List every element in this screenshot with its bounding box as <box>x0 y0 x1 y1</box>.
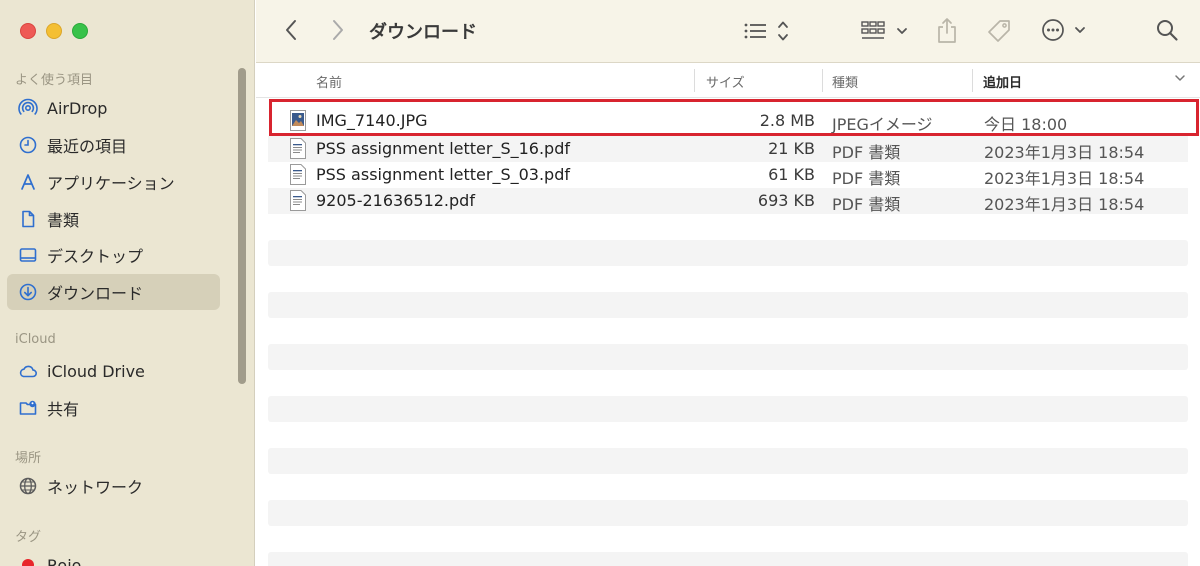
sidebar-item-recents[interactable]: 最近の項目 <box>7 127 220 163</box>
sidebar-item-label: iCloud Drive <box>47 361 145 381</box>
column-divider[interactable] <box>694 69 695 92</box>
file-name: PSS assignment letter_S_03.pdf <box>316 165 570 184</box>
sidebar-item-label: 書類 <box>47 211 80 230</box>
file-kind: PDF 書類 <box>832 195 901 214</box>
sidebar-item-applications[interactable]: アプリケーション <box>7 164 220 200</box>
view-options-button[interactable] <box>742 18 794 44</box>
empty-row-stripe <box>268 292 1188 318</box>
tag-dot-icon <box>18 555 38 566</box>
sidebar-item-documents[interactable]: 書類 <box>7 201 220 237</box>
applications-icon <box>18 172 38 192</box>
search-button[interactable] <box>1154 17 1180 43</box>
toolbar: ダウンロード <box>256 0 1200 63</box>
pdf-file-icon <box>290 138 306 159</box>
column-size-header[interactable]: サイズ <box>706 72 745 91</box>
sidebar-section-icloud: iCloud <box>15 332 56 347</box>
column-divider[interactable] <box>822 69 823 92</box>
sidebar: よく使う項目 AirDrop 最近の項目 アプリケーション 書類 デスクトップ <box>0 0 255 566</box>
back-button[interactable] <box>281 17 301 43</box>
sidebar-item-label: アプリケーション <box>47 174 175 193</box>
cloud-icon <box>18 361 38 381</box>
sidebar-section-locations: 場所 <box>15 451 42 466</box>
file-row[interactable]: PSS assignment letter_S_03.pdf 61 KB PDF… <box>268 162 1188 188</box>
sidebar-item-label: ネットワーク <box>47 478 144 497</box>
file-size: 693 KB <box>757 191 815 210</box>
group-button[interactable] <box>861 18 911 44</box>
sidebar-item-label: ダウンロード <box>47 284 144 303</box>
chevron-right-icon <box>333 20 343 40</box>
sidebar-item-label: Rojo <box>47 555 82 566</box>
empty-row-stripe <box>268 552 1188 566</box>
file-kind: PDF 書類 <box>832 143 901 162</box>
search-icon <box>1157 20 1178 41</box>
download-icon <box>18 282 38 302</box>
zoom-window-button[interactable] <box>72 23 88 39</box>
sidebar-item-label: 共有 <box>47 400 80 419</box>
sidebar-item-label: 最近の項目 <box>47 137 128 156</box>
sidebar-item-airdrop[interactable]: AirDrop <box>7 90 220 126</box>
pdf-file-icon <box>290 164 306 185</box>
shared-folder-icon <box>18 398 38 418</box>
window-title: ダウンロード <box>369 22 477 43</box>
column-name-header[interactable]: 名前 <box>316 72 342 91</box>
column-kind-header[interactable]: 種類 <box>832 72 858 91</box>
pdf-file-icon <box>290 190 306 211</box>
file-date-added: 2023年1月3日 18:54 <box>984 143 1145 162</box>
minimize-window-button[interactable] <box>46 23 62 39</box>
file-row[interactable]: 9205-21636512.pdf 693 KB PDF 書類 2023年1月3… <box>268 188 1188 214</box>
empty-row-stripe <box>268 396 1188 422</box>
tag-icon <box>988 20 1010 42</box>
empty-row-stripe <box>268 500 1188 526</box>
sidebar-item-desktop[interactable]: デスクトップ <box>7 237 220 273</box>
file-date-added: 2023年1月3日 18:54 <box>984 195 1145 214</box>
column-divider[interactable] <box>972 69 973 92</box>
sidebar-item-network[interactable]: ネットワーク <box>7 468 220 504</box>
globe-icon <box>18 476 38 496</box>
list-view-icon <box>744 21 788 41</box>
file-size: 61 KB <box>768 165 815 184</box>
sidebar-item-downloads[interactable]: ダウンロード <box>7 274 220 310</box>
desktop-icon <box>18 245 38 265</box>
column-header: 名前 サイズ 種類 追加日 <box>256 63 1200 98</box>
airdrop-icon <box>18 98 38 118</box>
sidebar-item-label: AirDrop <box>47 98 108 118</box>
empty-row-stripe <box>268 448 1188 474</box>
sidebar-section-tags: タグ <box>15 530 42 545</box>
empty-row-stripe <box>268 240 1188 266</box>
file-row[interactable]: PSS assignment letter_S_16.pdf 21 KB PDF… <box>268 136 1188 162</box>
chevron-left-icon <box>286 20 296 40</box>
file-date-added: 2023年1月3日 18:54 <box>984 169 1145 188</box>
column-date-added-header[interactable]: 追加日 <box>983 72 1022 91</box>
clock-icon <box>18 135 38 155</box>
close-window-button[interactable] <box>20 23 36 39</box>
sort-chevron-icon[interactable] <box>1174 71 1186 89</box>
sidebar-item-tag-rojo[interactable]: Rojo <box>7 547 220 566</box>
ellipsis-circle-icon <box>1042 19 1085 41</box>
grid-group-icon <box>861 21 907 39</box>
share-icon <box>938 18 956 43</box>
empty-row-stripe <box>268 344 1188 370</box>
share-button[interactable] <box>936 16 958 44</box>
sidebar-item-icloud-drive[interactable]: iCloud Drive <box>7 353 220 389</box>
more-actions-button[interactable] <box>1041 16 1089 44</box>
sidebar-section-favorites: よく使う項目 <box>15 73 94 88</box>
file-name: PSS assignment letter_S_16.pdf <box>316 139 570 158</box>
window-controls <box>20 23 88 39</box>
sidebar-item-shared[interactable]: 共有 <box>7 390 220 426</box>
tags-button[interactable] <box>984 16 1014 46</box>
sidebar-item-label: デスクトップ <box>47 247 144 266</box>
document-icon <box>18 209 38 229</box>
highlight-box <box>269 99 1199 136</box>
file-size: 21 KB <box>768 139 815 158</box>
file-kind: PDF 書類 <box>832 169 901 188</box>
sidebar-scrollbar[interactable] <box>238 68 246 384</box>
forward-button[interactable] <box>328 17 348 43</box>
file-name: 9205-21636512.pdf <box>316 191 475 210</box>
